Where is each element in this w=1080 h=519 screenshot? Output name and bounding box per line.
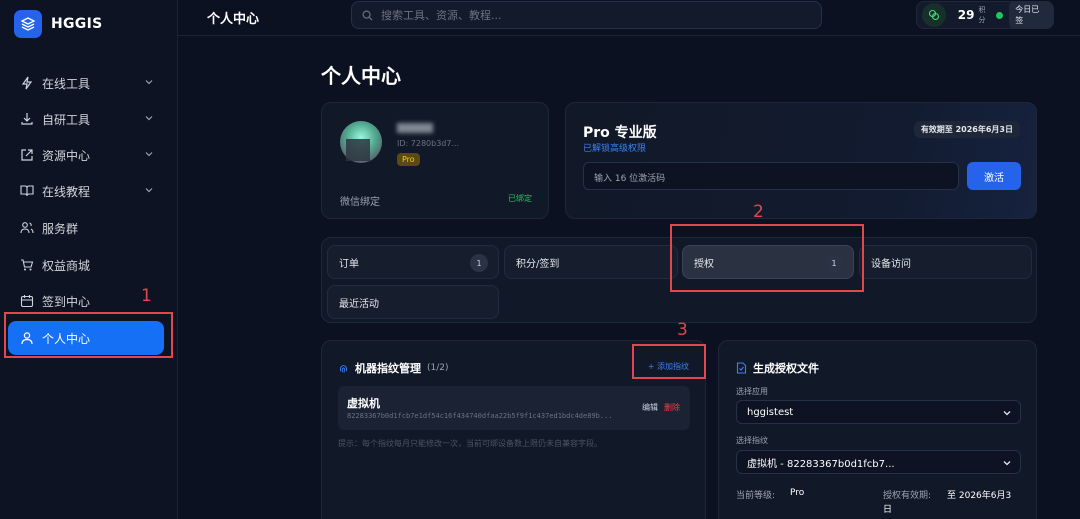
users-icon	[20, 222, 34, 234]
fingerprint-hash: 82283367b0d1fcb7e1df54c16f434740dfaa22b5…	[347, 412, 613, 420]
username-blurred	[397, 123, 433, 133]
sidebar-item-resources[interactable]: 资源中心	[8, 140, 164, 170]
sidebar-item-label: 权益商城	[42, 258, 91, 273]
wechat-label: 微信绑定	[340, 197, 380, 208]
chevron-down-icon	[1003, 411, 1011, 416]
coins-icon	[922, 3, 946, 27]
points-widget[interactable]: 29 积分 今日已签	[916, 1, 1054, 29]
tab-device-access[interactable]: 设备访问	[859, 245, 1032, 279]
layers-icon	[14, 10, 42, 38]
signed-button[interactable]: 今日已签	[1009, 1, 1053, 29]
plan-card: Pro 专业版 已解锁高级权限 有效期至 2026年6月3日 输入 16 位激活…	[565, 102, 1037, 219]
sidebar-item-self-tools[interactable]: 自研工具	[8, 104, 164, 134]
file-icon	[736, 362, 747, 374]
validity-value: 至 2026年6月3	[947, 491, 1012, 501]
points-label: 积分	[978, 6, 986, 24]
chevron-down-icon	[145, 116, 153, 121]
search-placeholder: 搜索工具、资源、教程...	[381, 9, 502, 22]
status-dot	[996, 11, 1004, 19]
calendar-icon	[20, 295, 34, 308]
fingerprint-name: 虚拟机	[347, 397, 380, 410]
lightning-icon	[21, 76, 33, 90]
sidebar-item-online-tools[interactable]: 在线工具	[8, 68, 164, 98]
annotation-box-3	[632, 344, 706, 379]
activation-code-input[interactable]: 输入 16 位激活码	[583, 162, 959, 190]
annotation-number-1: 1	[141, 286, 152, 306]
validity-label: 授权有效期:	[883, 491, 932, 501]
edit-button[interactable]: 编辑	[642, 402, 658, 413]
sidebar-item-tutorials[interactable]: 在线教程	[8, 176, 164, 206]
fingerprint-title: 机器指纹管理 (1/2)	[338, 360, 449, 376]
avatar-mosaic	[346, 139, 370, 161]
fingerprint-select-label: 选择指纹	[736, 436, 768, 445]
tab-label: 最近活动	[339, 298, 379, 310]
license-title: 生成授权文件	[736, 360, 819, 376]
fingerprint-icon	[339, 364, 348, 373]
cart-icon	[21, 259, 34, 271]
page-title: 个人中心	[321, 64, 401, 88]
chevron-down-icon	[1003, 461, 1011, 466]
annotation-number-2: 2	[753, 202, 764, 222]
fingerprint-select[interactable]: 虚拟机 - 82283367b0d1fcb7...	[736, 450, 1021, 474]
chevron-down-icon	[145, 80, 153, 85]
fingerprint-item: 虚拟机 82283367b0d1fcb7e1df54c16f434740dfaa…	[338, 386, 690, 430]
book-icon	[20, 185, 34, 197]
tab-recent-activity[interactable]: 最近活动	[327, 285, 499, 319]
sidebar-item-service-group[interactable]: 服务群	[8, 213, 164, 243]
search-input[interactable]: 搜索工具、资源、教程...	[351, 1, 822, 29]
chevron-down-icon	[145, 188, 153, 193]
chevron-down-icon	[145, 152, 153, 157]
external-link-icon	[21, 149, 33, 161]
sidebar-item-label: 服务群	[42, 221, 79, 236]
validity-badge: 有效期至 2026年6月3日	[913, 121, 1020, 138]
fingerprint-select-value: 虚拟机 - 82283367b0d1fcb7...	[747, 458, 895, 470]
download-icon	[21, 113, 33, 125]
tab-points-checkin[interactable]: 积分/签到	[504, 245, 678, 279]
fingerprint-title-text: 机器指纹管理	[355, 362, 421, 375]
plan-subtitle: 已解锁高级权限	[583, 144, 647, 154]
tab-count: 1	[470, 254, 488, 272]
brand[interactable]: HGGIS	[14, 10, 103, 38]
tab-label: 设备访问	[871, 258, 911, 270]
wechat-status: 已绑定	[508, 194, 532, 203]
app-select[interactable]: hggistest	[736, 400, 1021, 424]
tab-label: 订单	[339, 258, 359, 270]
license-title-text: 生成授权文件	[753, 362, 819, 375]
level-value: Pro	[790, 488, 805, 498]
sidebar-item-label: 资源中心	[42, 148, 91, 163]
sidebar-item-label: 在线工具	[42, 76, 91, 91]
points-value: 29	[957, 8, 975, 22]
sidebar: HGGIS 在线工具 自研工具 资源中心 在线教程 服务群 权益商城 签到中心 …	[0, 0, 178, 519]
user-id: ID: 7280b3d7...	[397, 139, 460, 148]
level-label: 当前等级:	[736, 491, 776, 501]
validity-value-cont: 日	[883, 505, 893, 515]
delete-button[interactable]: 删除	[664, 402, 680, 413]
plan-title: Pro 专业版	[583, 125, 657, 141]
pro-badge: Pro	[397, 153, 420, 166]
tab-label: 积分/签到	[516, 258, 560, 270]
license-card: 生成授权文件 选择应用 hggistest 选择指纹 虚拟机 - 8228336…	[718, 340, 1037, 519]
search-icon	[362, 10, 373, 21]
app-select-label: 选择应用	[736, 387, 768, 396]
fingerprint-hint: 提示：每个指纹每月只能修改一次，当前可绑设备数上限仍未自兼容字段。	[338, 439, 602, 448]
profile-card: ID: 7280b3d7... Pro 微信绑定 已绑定	[321, 102, 549, 219]
sidebar-item-store[interactable]: 权益商城	[8, 250, 164, 280]
sidebar-item-label: 在线教程	[42, 184, 91, 199]
fingerprint-count: (1/2)	[427, 363, 449, 373]
annotation-box-2	[670, 224, 864, 292]
sidebar-item-label: 签到中心	[42, 294, 91, 309]
topbar: 个人中心 搜索工具、资源、教程... 29 积分 今日已签	[178, 0, 1080, 36]
app-select-value: hggistest	[747, 406, 794, 418]
tab-orders[interactable]: 订单 1	[327, 245, 499, 279]
topbar-title: 个人中心	[207, 12, 260, 27]
sidebar-item-label: 自研工具	[42, 112, 91, 127]
annotation-number-3: 3	[677, 320, 688, 340]
activate-button[interactable]: 激活	[967, 162, 1021, 190]
annotation-box-1	[4, 312, 173, 358]
brand-name: HGGIS	[51, 16, 103, 32]
